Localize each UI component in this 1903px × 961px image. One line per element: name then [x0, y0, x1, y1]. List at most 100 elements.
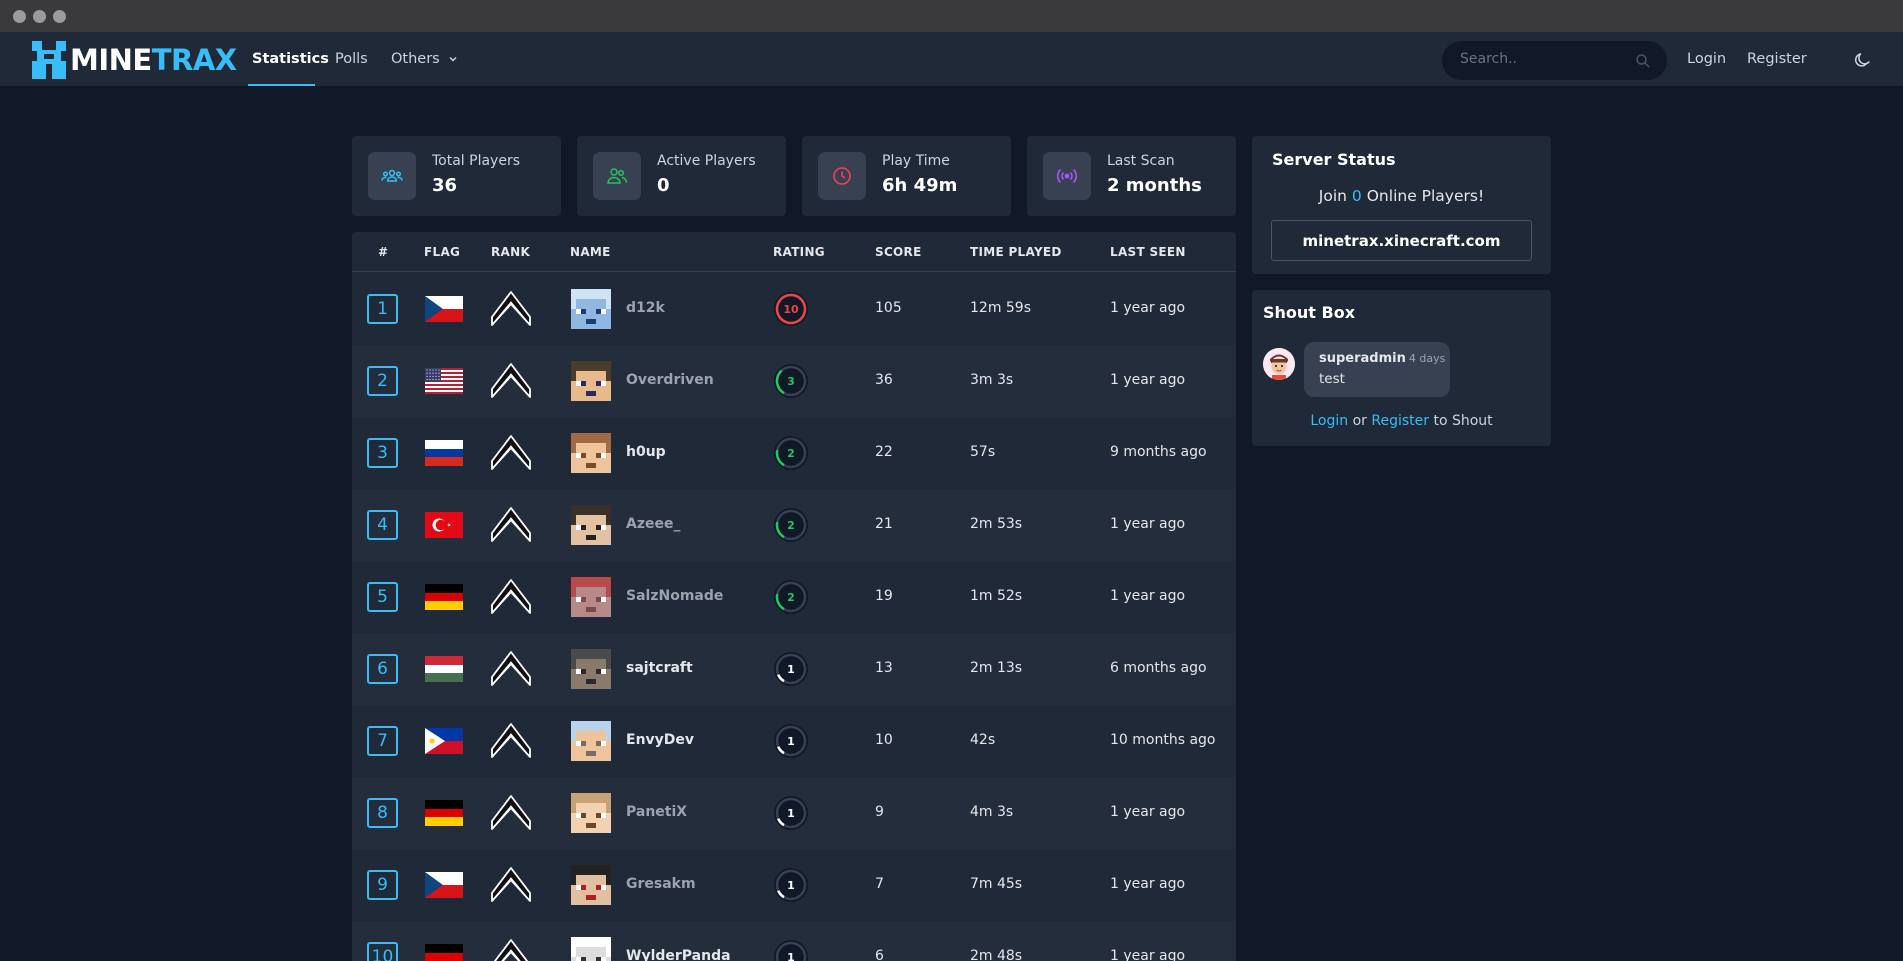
- player-avatar[interactable]: [571, 793, 611, 833]
- time-played-cell: 2m 48s: [970, 948, 1023, 961]
- nav-polls[interactable]: Polls: [335, 51, 368, 67]
- rating-gauge: 1: [774, 940, 808, 961]
- stat-icon-box: [593, 152, 641, 200]
- shout-user-avatar[interactable]: [1263, 348, 1295, 380]
- search-icon[interactable]: [1635, 53, 1651, 69]
- player-avatar[interactable]: [571, 721, 611, 761]
- stat-card-last-scan: Last Scan 2 months: [1027, 136, 1236, 216]
- dark-mode-moon-icon[interactable]: [1854, 51, 1872, 69]
- table-row[interactable]: 1 d12k 10 105 12m 59s 1 year ago: [352, 273, 1236, 345]
- player-name-link[interactable]: h0up: [626, 444, 666, 460]
- time-played-cell: 3m 3s: [970, 372, 1014, 388]
- avatar-face-icon: [1263, 348, 1295, 380]
- nav-others-label: Others: [391, 51, 440, 67]
- column-header-last-seen[interactable]: LAST SEEN: [1110, 245, 1186, 259]
- player-avatar[interactable]: [571, 505, 611, 545]
- russia-flag-icon: [425, 440, 463, 466]
- time-played-cell: 2m 53s: [970, 516, 1023, 532]
- column-header-position[interactable]: #: [378, 245, 388, 259]
- rank-chevron-icon: [491, 795, 531, 830]
- minetrax-logo[interactable]: MINETRAX: [32, 41, 237, 79]
- player-name-link[interactable]: Azeee_: [626, 516, 680, 532]
- time-played-cell: 12m 59s: [970, 300, 1032, 316]
- player-name-link[interactable]: SalzNomade: [626, 588, 723, 604]
- stat-value: 2 months: [1107, 175, 1202, 196]
- nav-others[interactable]: Others: [391, 51, 458, 67]
- player-avatar[interactable]: [571, 577, 611, 617]
- column-header-flag[interactable]: FLAG: [424, 245, 460, 259]
- rating-gauge: 2: [774, 580, 808, 614]
- player-avatar[interactable]: [571, 937, 611, 961]
- rank-chevron-icon: [493, 939, 529, 961]
- table-row[interactable]: 2 Overdriven 3 36 3m 3s 1 year ago: [352, 345, 1236, 417]
- rating-value: 1: [787, 807, 795, 820]
- rating-gauge: 1: [774, 868, 808, 902]
- column-header-rating[interactable]: RATING: [773, 245, 825, 259]
- position-badge: 10: [367, 942, 398, 961]
- search-input[interactable]: [1460, 51, 1620, 67]
- rank-chevron-icon: [491, 363, 531, 398]
- player-name-link[interactable]: EnvyDev: [626, 732, 694, 748]
- shout-suffix-text: to Shout: [1433, 413, 1493, 429]
- window-minimize-dot[interactable]: [33, 10, 46, 23]
- score-cell: 9: [875, 804, 884, 820]
- rating-value: 1: [787, 663, 795, 676]
- shout-login-link[interactable]: Login: [1310, 413, 1348, 429]
- player-name-link[interactable]: d12k: [626, 300, 665, 316]
- logo-text: MINETRAX: [70, 42, 237, 77]
- rank-chevron-icon: [491, 435, 531, 470]
- server-status-title: Server Status: [1272, 150, 1396, 169]
- table-row[interactable]: 4 Azeee_ 2 21 2m 53s 1 year ago: [352, 489, 1236, 561]
- logo-mark-icon: [32, 41, 66, 79]
- server-address-box[interactable]: minetrax.xinecraft.com: [1271, 220, 1532, 261]
- last-seen-cell: 6 months ago: [1110, 660, 1207, 676]
- rating-value: 10: [783, 303, 799, 316]
- player-name-link[interactable]: Gresakm: [626, 876, 696, 892]
- nav-statistics[interactable]: Statistics: [252, 51, 329, 67]
- clock-icon: [833, 167, 851, 185]
- score-cell: 19: [875, 588, 893, 604]
- player-leaderboard-table: # FLAG RANK NAME RATING SCORE TIME PLAYE…: [352, 232, 1236, 961]
- time-played-cell: 1m 52s: [970, 588, 1023, 604]
- score-cell: 21: [875, 516, 893, 532]
- player-avatar[interactable]: [571, 433, 611, 473]
- login-link[interactable]: Login: [1687, 51, 1726, 67]
- player-name-link[interactable]: WylderPanda: [626, 948, 731, 961]
- player-avatar[interactable]: [571, 649, 611, 689]
- time-played-cell: 57s: [970, 444, 996, 460]
- player-name-link[interactable]: PanetiX: [626, 804, 687, 820]
- player-avatar[interactable]: [571, 289, 611, 329]
- register-link[interactable]: Register: [1747, 51, 1807, 67]
- stat-label: Total Players: [432, 153, 521, 169]
- position-badge: 1: [367, 294, 398, 324]
- column-header-name[interactable]: NAME: [570, 245, 611, 259]
- player-avatar[interactable]: [571, 865, 611, 905]
- column-header-rank[interactable]: RANK: [491, 245, 530, 259]
- window-close-dot[interactable]: [13, 10, 26, 23]
- rank-chevron-icon: [491, 579, 531, 614]
- player-name-link[interactable]: sajtcraft: [626, 660, 693, 676]
- table-row[interactable]: 9 Gresakm 1 7 7m 45s 1 year ago: [352, 849, 1236, 921]
- table-header: # FLAG RANK NAME RATING SCORE TIME PLAYE…: [352, 232, 1236, 272]
- player-name-link[interactable]: Overdriven: [626, 372, 714, 388]
- table-row[interactable]: 6 sajtcraft 1 13 2m 13s 6 months ago: [352, 633, 1236, 705]
- usa-flag-icon: [425, 368, 463, 394]
- online-prefix: Join: [1318, 187, 1347, 205]
- rating-gauge: 1: [774, 652, 808, 686]
- table-row[interactable]: 3 h0up 2 22 57s 9 months ago: [352, 417, 1236, 489]
- shout-register-link[interactable]: Register: [1371, 413, 1429, 429]
- rank-chevron-icon: [491, 867, 531, 902]
- search-box: [1442, 41, 1667, 80]
- table-row[interactable]: 5 SalzNomade 2 19 1m 52s 1 year ago: [352, 561, 1236, 633]
- table-row[interactable]: 7 EnvyDev 1 10 42s 10 months ago: [352, 705, 1236, 777]
- window-zoom-dot[interactable]: [53, 10, 66, 23]
- position-badge: 8: [367, 798, 398, 828]
- table-row[interactable]: 10 WylderPanda 1 6 2m 48s 1 year ago: [352, 921, 1236, 961]
- shout-username[interactable]: superadmin 4 days: [1319, 351, 1445, 366]
- rank-chevron-icon: [491, 651, 531, 686]
- column-header-time-played[interactable]: TIME PLAYED: [970, 245, 1062, 259]
- column-header-score[interactable]: SCORE: [875, 245, 922, 259]
- table-row[interactable]: 8 PanetiX 1 9 4m 3s 1 year ago: [352, 777, 1236, 849]
- player-avatar[interactable]: [571, 361, 611, 401]
- position-badge: 7: [367, 726, 398, 756]
